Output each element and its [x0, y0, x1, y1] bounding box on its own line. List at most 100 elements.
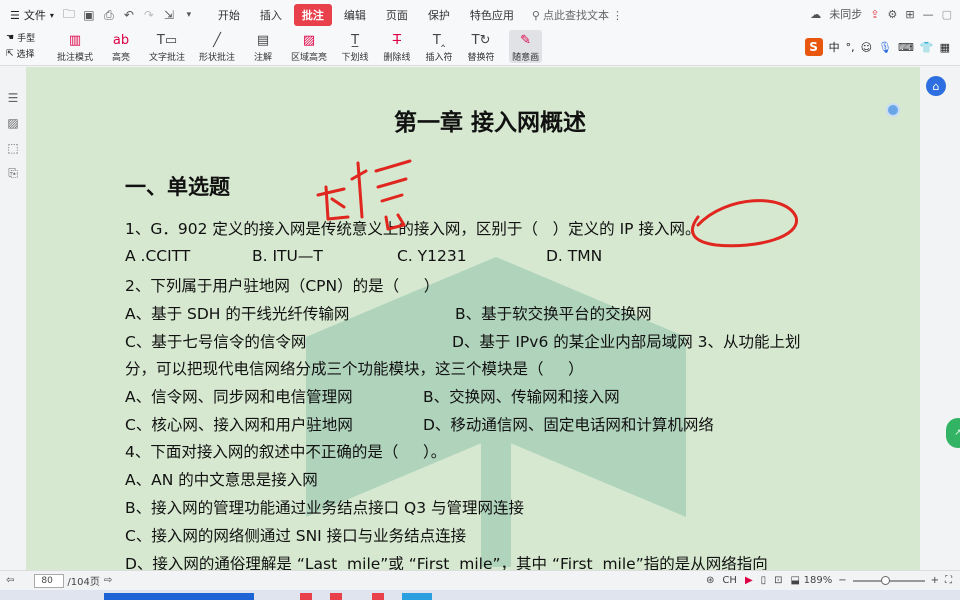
ime-toolbar: S 中 °, ☺ 🎙 ⌨ 👕 ▦ — [804, 38, 950, 56]
taskbar-icon[interactable] — [300, 593, 312, 600]
more-chevron-icon[interactable]: ▾ — [180, 6, 198, 24]
area-highlight-button[interactable]: ▨ 区域高亮 — [291, 30, 327, 64]
chevron-down-icon: ▾ — [49, 10, 54, 20]
zoom-in-icon[interactable]: + — [931, 575, 939, 586]
window-tools: ☁ 未同步 ⇪ ⚙ ⊞ — ▢ — [810, 6, 952, 22]
tab-edit[interactable]: 编辑 — [336, 4, 374, 26]
punctuation-icon[interactable]: °, — [846, 41, 855, 54]
view-tools: ⊛ CH ▶ ▯ ⊡ ⬓ — [706, 575, 800, 586]
right-rail — [920, 67, 960, 570]
comment-label: 注解 — [254, 53, 273, 63]
insert-mark-icon: T‸ — [432, 32, 446, 48]
play-icon[interactable]: ▶ — [745, 575, 753, 586]
floating-ball-icon[interactable] — [886, 103, 900, 117]
pen-icon: ✎ — [520, 32, 532, 48]
tab-features[interactable]: 特色应用 — [462, 4, 522, 26]
input-lang[interactable]: CH — [722, 575, 737, 586]
strikethrough-icon: T̶ — [393, 32, 402, 48]
replace-mark-button[interactable]: T↻ 替换符 — [467, 30, 495, 64]
print-icon[interactable]: ⎙ — [100, 6, 118, 24]
zoom-level[interactable]: 189% — [804, 575, 833, 586]
fit-page-icon[interactable]: ⊡ — [774, 575, 782, 586]
thumbnails-icon[interactable]: ☰ — [8, 91, 19, 105]
strikethrough-button[interactable]: T̶ 删除线 — [383, 30, 411, 64]
taskbar-item[interactable] — [104, 593, 254, 600]
zoom-slider[interactable] — [852, 575, 925, 585]
taskbar-icon[interactable] — [402, 593, 432, 600]
fullscreen-icon[interactable]: ⛶ — [945, 575, 952, 586]
skin-icon[interactable]: 👕 — [920, 41, 934, 54]
taskbar-icon[interactable] — [330, 593, 342, 600]
fit-width-icon[interactable]: ⬓ — [791, 575, 800, 586]
eye-protect-icon[interactable]: ⊛ — [706, 575, 714, 586]
tab-start[interactable]: 开始 — [210, 4, 248, 26]
tab-insert[interactable]: 插入 — [252, 4, 290, 26]
minimize-icon[interactable]: — — [923, 8, 934, 21]
tab-annotate[interactable]: 批注 — [293, 4, 332, 26]
shape-pen-icon: ╱ — [213, 32, 221, 48]
search-box[interactable]: ⚲ 点此查找文本 ⋮ — [532, 7, 623, 23]
annotate-mode-button[interactable]: ▥ 批注模式 — [57, 30, 93, 64]
open-folder-icon[interactable]: 🗀 — [60, 6, 78, 24]
select-tool[interactable]: ⇱ 选择 — [6, 47, 50, 61]
mic-icon[interactable]: 🎙 — [878, 41, 892, 54]
page-number-input[interactable]: 80 — [34, 573, 65, 588]
zoom-out-icon[interactable]: − — [838, 575, 846, 586]
underline-button[interactable]: T̲ 下划线 — [341, 30, 369, 64]
freehand-label: 随意画 — [512, 53, 540, 63]
zoom-control: 189% − + ⛶ — [804, 575, 952, 586]
menu-bar: ☰ 文件 ▾ 🗀 ▣ ⎙ ↶ ↷ ⇲ ▾ 开始 插入 批注 编辑 页面 保护 特… — [0, 0, 960, 30]
prev-page-icon[interactable]: ⇦ — [6, 575, 14, 586]
more-icon[interactable]: ⋮ — [612, 9, 623, 22]
save-icon[interactable]: ▣ — [80, 6, 98, 24]
ink-annotations[interactable] — [26, 67, 920, 570]
tab-page[interactable]: 页面 — [378, 4, 416, 26]
highlight-button[interactable]: ab 高亮 — [107, 30, 135, 64]
taskbar-icon[interactable] — [372, 593, 384, 600]
comment-button[interactable]: ▤ 注解 — [249, 30, 277, 64]
keyboard-icon[interactable]: ⌨ — [898, 41, 914, 54]
ink-scribble — [316, 159, 412, 231]
grid-icon[interactable]: ▦ — [940, 41, 950, 54]
hand-tool[interactable]: ☚ 手型 — [6, 31, 50, 45]
export-icon[interactable]: ⇲ — [160, 6, 178, 24]
speed-widget-icon[interactable]: ↗ — [946, 418, 960, 448]
freehand-button[interactable]: ✎ 随意画 — [509, 30, 543, 63]
shape-note-button[interactable]: ╱ 形状批注 — [199, 30, 235, 64]
area-highlight-icon: ▨ — [302, 32, 316, 48]
insert-mark-button[interactable]: T‸ 插入符 — [425, 30, 453, 64]
replace-mark-label: 替换符 — [467, 53, 495, 63]
next-page-icon[interactable]: ⇨ — [104, 575, 112, 586]
hand-tool-label: 手型 — [17, 34, 36, 44]
single-page-icon[interactable]: ▯ — [761, 575, 767, 586]
underline-label: 下划线 — [341, 53, 369, 63]
file-menu-label: 文件 — [23, 9, 46, 22]
image-icon[interactable]: ▨ — [7, 116, 18, 130]
settings-icon[interactable]: ⚙ — [888, 8, 898, 21]
hamburger-icon: ☰ — [10, 8, 20, 22]
text-note-button[interactable]: T▭ 文字批注 — [149, 30, 186, 64]
sync-status[interactable]: 未同步 — [829, 6, 862, 22]
redo-icon[interactable]: ↷ — [140, 6, 158, 24]
strikethrough-label: 删除线 — [383, 53, 411, 63]
text-note-label: 文字批注 — [149, 53, 186, 63]
stamp-icon[interactable]: ⎘ — [8, 166, 18, 181]
wps-logo: S — [804, 38, 823, 56]
share-icon[interactable]: ⇪ — [870, 8, 879, 21]
tag-icon[interactable]: ⬚ — [7, 141, 18, 155]
tab-protect[interactable]: 保护 — [420, 4, 458, 26]
underline-icon: T̲ — [351, 32, 360, 48]
highlight-label: 高亮 — [112, 53, 131, 63]
insert-mark-label: 插入符 — [425, 53, 453, 63]
page-total: /104页 — [67, 577, 100, 588]
ime-mode[interactable]: 中 — [829, 39, 840, 55]
assistant-icon[interactable]: ⌂ — [926, 76, 946, 96]
emoji-icon[interactable]: ☺ — [861, 41, 872, 54]
text-note-icon: T▭ — [156, 32, 178, 48]
close-icon[interactable]: ▢ — [942, 8, 952, 21]
file-menu[interactable]: ☰ 文件 ▾ — [6, 5, 58, 25]
left-rail: ☰ ▨ ⬚ ⎘ — [0, 67, 26, 570]
zoom-slider-knob[interactable] — [881, 575, 890, 585]
window-menu-icon[interactable]: ⊞ — [905, 8, 914, 21]
undo-icon[interactable]: ↶ — [120, 6, 138, 24]
